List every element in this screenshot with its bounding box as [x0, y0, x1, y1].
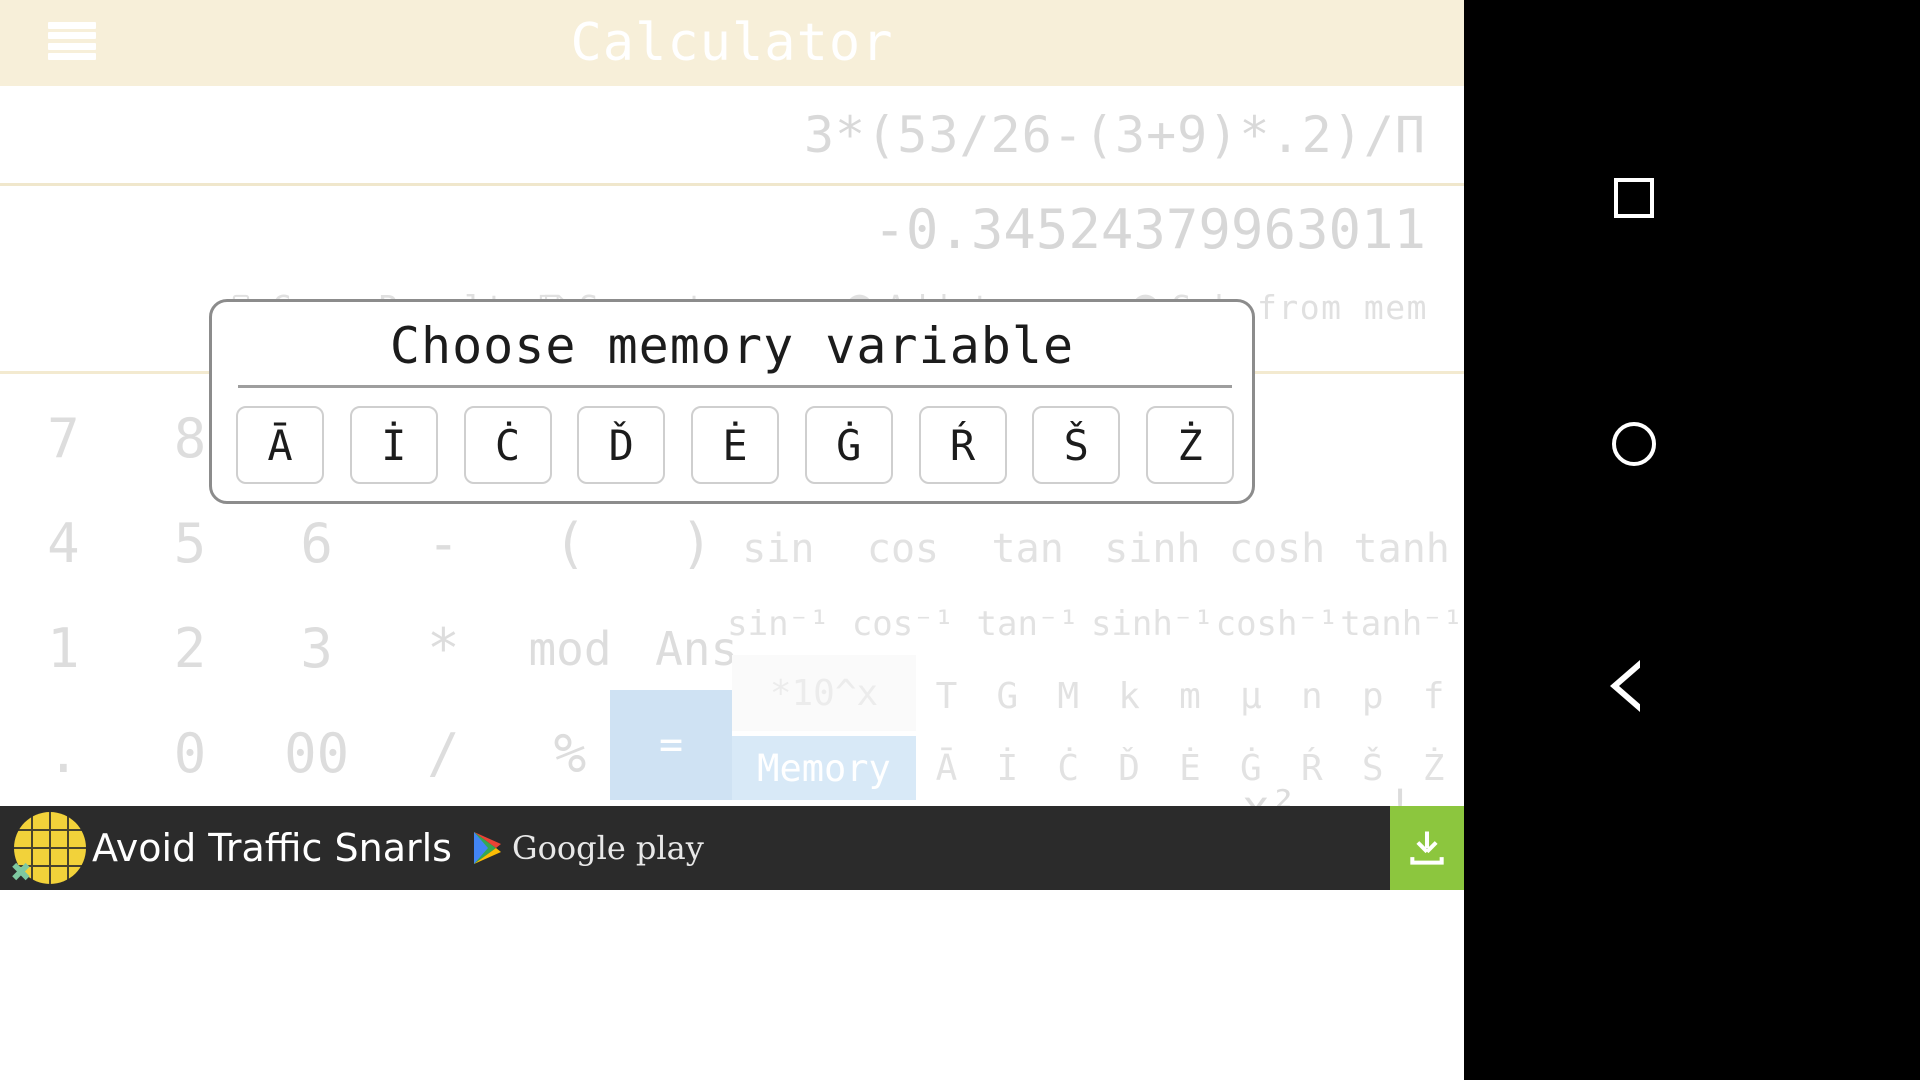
key-4[interactable]: 4 [0, 491, 127, 596]
key-mem-i[interactable]: İ [977, 748, 1038, 789]
memory-variable-r[interactable]: Ŕ [918, 406, 1007, 484]
memory-variable-i[interactable]: İ [349, 406, 438, 484]
result-row[interactable]: -0.34524379963011 [0, 186, 1464, 272]
key-decimal[interactable]: . [0, 701, 127, 806]
ad-install-button[interactable] [1390, 806, 1464, 890]
key-paren-open[interactable]: ( [507, 491, 634, 596]
key-prefix-mega[interactable]: M [1038, 676, 1099, 717]
key-prefix-micro[interactable]: μ [1220, 676, 1281, 717]
key-prefix-pico[interactable]: p [1342, 676, 1403, 717]
result-text: -0.34524379963011 [873, 197, 1426, 261]
key-cosh[interactable]: cosh [1215, 526, 1340, 572]
key-sinh[interactable]: sinh [1090, 526, 1215, 572]
key-prefix-femto[interactable]: f [1403, 676, 1464, 717]
key-mem-a[interactable]: Ā [916, 748, 977, 789]
memory-variable-buttons: Ā İ Ċ Ď Ė Ġ Ŕ Š Ż [236, 402, 1234, 488]
hamburger-menu-icon[interactable] [48, 18, 96, 64]
key-atanh[interactable]: tanh⁻¹ [1339, 604, 1464, 644]
memory-variable-g[interactable]: Ġ [804, 406, 893, 484]
dialog-separator [238, 385, 1232, 388]
key-6[interactable]: 6 [253, 491, 380, 596]
key-tan[interactable]: tan [965, 526, 1090, 572]
page-title: Calculator [570, 13, 894, 73]
memory-variable-a[interactable]: Ā [236, 406, 324, 484]
key-tanh[interactable]: tanh [1339, 526, 1464, 572]
key-prefix-tera[interactable]: T [916, 676, 977, 717]
key-sin[interactable]: sin [716, 526, 841, 572]
dialog-title: Choose memory variable [389, 317, 1075, 375]
calculator-app: Calculator 3*(53/26-(3+9)*.2)/Π -0.34524… [0, 0, 1464, 1080]
google-play-icon [474, 832, 501, 864]
google-play-badge[interactable]: Google play [470, 806, 704, 890]
expression-row[interactable]: 3*(53/26-(3+9)*.2)/Π [0, 86, 1464, 183]
app-header: Calculator [0, 0, 1464, 86]
key-asinh[interactable]: sinh⁻¹ [1090, 604, 1215, 644]
memory-variable-s[interactable]: Š [1032, 406, 1121, 484]
download-icon [1410, 831, 1444, 865]
ad-app-icon: ✖ [6, 808, 86, 888]
expression-text: 3*(53/26-(3+9)*.2)/Π [803, 105, 1426, 164]
key-prefix-giga[interactable]: G [977, 676, 1038, 717]
key-0[interactable]: 0 [127, 701, 254, 806]
google-play-label: Google play [512, 829, 704, 867]
key-acosh[interactable]: cosh⁻¹ [1215, 604, 1340, 644]
memory-variable-z[interactable]: Ż [1146, 406, 1234, 484]
choose-memory-variable-dialog: Choose memory variable Ā İ Ċ Ď Ė Ġ Ŕ Š Ż [209, 299, 1255, 504]
key-pow10[interactable]: *10^x [732, 655, 916, 731]
key-asin[interactable]: sin⁻¹ [716, 604, 841, 644]
android-navigation-bar [1464, 0, 1920, 1080]
equals-button[interactable]: = [610, 690, 732, 800]
memory-variable-e[interactable]: Ė [691, 406, 779, 484]
key-cos[interactable]: cos [841, 526, 966, 572]
key-7[interactable]: 7 [0, 386, 127, 491]
key-acos[interactable]: cos⁻¹ [841, 604, 966, 644]
triangle-back-inner [1619, 666, 1642, 706]
key-prefix-nano[interactable]: n [1281, 676, 1342, 717]
memory-button[interactable]: Memory [732, 736, 916, 800]
key-mod[interactable]: mod [507, 596, 634, 701]
ad-headline: Avoid Traffic Snarls [92, 826, 452, 870]
ad-banner[interactable]: ✖ Avoid Traffic Snarls Google play [0, 806, 1464, 890]
key-00[interactable]: 00 [253, 701, 380, 806]
ad-close-icon[interactable]: ✖ [10, 860, 36, 886]
key-2[interactable]: 2 [127, 596, 254, 701]
key-divide[interactable]: / [380, 701, 507, 806]
key-3[interactable]: 3 [253, 596, 380, 701]
memory-variable-d[interactable]: Ď [577, 406, 666, 484]
circle-icon[interactable] [1612, 422, 1656, 466]
key-multiply[interactable]: * [380, 596, 507, 701]
key-1[interactable]: 1 [0, 596, 127, 701]
key-mem-c[interactable]: Ċ [1038, 748, 1099, 789]
key-mem-d[interactable]: Ď [1099, 748, 1160, 789]
key-prefix-milli[interactable]: m [1160, 676, 1221, 717]
square-icon[interactable] [1614, 178, 1654, 218]
memory-variable-c[interactable]: Ċ [463, 406, 552, 484]
key-5[interactable]: 5 [127, 491, 254, 596]
key-prefix-kilo[interactable]: k [1099, 676, 1160, 717]
key-atan[interactable]: tan⁻¹ [965, 604, 1090, 644]
key-minus[interactable]: - [380, 491, 507, 596]
